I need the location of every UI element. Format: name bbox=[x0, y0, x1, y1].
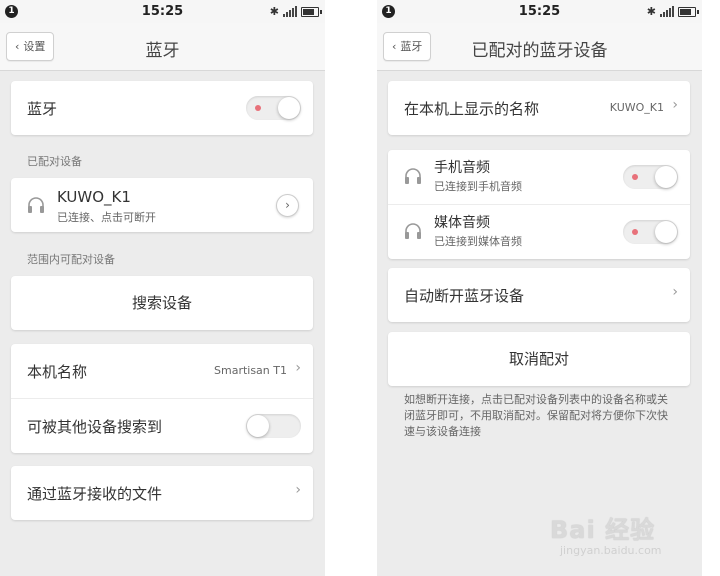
chevron-right-icon: › bbox=[672, 284, 678, 300]
device-name: KUWO_K1 bbox=[57, 188, 131, 206]
baidu-jingyan-watermark: Bai 经验 jingyan.baidu.com bbox=[550, 492, 700, 572]
media-audio-toggle[interactable] bbox=[623, 220, 678, 244]
display-name-label: 在本机上显示的名称 bbox=[404, 100, 540, 118]
device-name-value: Smartisan T1 bbox=[214, 364, 287, 377]
bluetooth-label: 蓝牙 bbox=[27, 100, 58, 118]
display-name-value: KUWO_K1 bbox=[609, 101, 664, 114]
received-files-row[interactable]: 通过蓝牙接收的文件 › bbox=[11, 466, 313, 520]
device-name-row[interactable]: 本机名称 Smartisan T1 › bbox=[11, 344, 313, 398]
display-name-row[interactable]: 在本机上显示的名称 KUWO_K1 › bbox=[388, 81, 690, 135]
bluetooth-row[interactable]: 蓝牙 bbox=[11, 81, 313, 135]
nav-bar: ‹ 蓝牙 已配对的蓝牙设备 bbox=[377, 23, 702, 71]
profile-name: 媒体音频 bbox=[434, 215, 490, 231]
paired-device-detail-screen: 1 15:25 ✱ ‹ 蓝牙 已配对的蓝牙设备 在本机上显示的名称 KUWO_K1… bbox=[377, 0, 702, 576]
profile-row-phone[interactable]: 手机音频 已连接到手机音频 bbox=[388, 150, 690, 204]
toggle-knob bbox=[278, 97, 300, 119]
discoverable-toggle[interactable] bbox=[246, 414, 301, 438]
chevron-right-icon: › bbox=[672, 97, 678, 113]
watermark-url: jingyan.baidu.com bbox=[560, 544, 662, 557]
battery-icon bbox=[301, 6, 322, 17]
device-name-label: 本机名称 bbox=[27, 363, 88, 381]
profiles-card: 手机音频 已连接到手机音频 媒体音频 已连接到媒体音频 bbox=[388, 150, 690, 259]
headphone-icon bbox=[28, 197, 44, 213]
toggle-knob bbox=[655, 166, 677, 188]
toggle-knob bbox=[655, 221, 677, 243]
headphone-icon bbox=[405, 168, 421, 184]
discoverable-label: 可被其他设备搜索到 bbox=[27, 418, 163, 436]
profile-row-media[interactable]: 媒体音频 已连接到媒体音频 bbox=[388, 204, 690, 259]
profile-status: 已连接到媒体音频 bbox=[434, 235, 522, 248]
search-devices-button[interactable]: 搜索设备 bbox=[11, 276, 313, 330]
chevron-right-icon: › bbox=[295, 360, 301, 376]
chevron-right-icon: › bbox=[295, 482, 301, 498]
bluetooth-card: 蓝牙 bbox=[11, 81, 313, 135]
page-title: 已配对的蓝牙设备 bbox=[471, 41, 608, 61]
toggle-indicator bbox=[632, 174, 638, 180]
signal-icon bbox=[283, 6, 297, 17]
signal-icon bbox=[660, 6, 674, 17]
toggle-knob bbox=[247, 415, 269, 437]
watermark-text: Bai 经验 bbox=[550, 516, 656, 544]
profile-name: 手机音频 bbox=[434, 160, 490, 176]
auto-disconnect-card: 自动断开蓝牙设备 › bbox=[388, 268, 690, 322]
bluetooth-icon: ✱ bbox=[646, 5, 656, 18]
bluetooth-settings-screen: 1 15:25 ✱ ‹ 设置 蓝牙 蓝牙 已配对设备 KUWO_K1 已连接、点击… bbox=[0, 0, 325, 576]
bluetooth-icon: ✱ bbox=[269, 5, 279, 18]
status-bar: 1 15:25 ✱ bbox=[0, 0, 325, 23]
battery-icon bbox=[678, 6, 699, 17]
paired-section-label: 已配对设备 bbox=[27, 155, 82, 168]
unpair-card: 取消配对 bbox=[388, 332, 690, 386]
auto-disconnect-row[interactable]: 自动断开蓝牙设备 › bbox=[388, 268, 690, 322]
toggle-indicator bbox=[632, 229, 638, 235]
received-files-label: 通过蓝牙接收的文件 bbox=[27, 485, 163, 503]
device-settings-card: 本机名称 Smartisan T1 › 可被其他设备搜索到 bbox=[11, 344, 313, 453]
unpair-button[interactable]: 取消配对 bbox=[388, 332, 690, 386]
device-detail-button[interactable]: › bbox=[276, 194, 299, 217]
device-status: 已连接、点击可断开 bbox=[57, 211, 156, 224]
status-bar: 1 15:25 ✱ bbox=[377, 0, 702, 23]
nav-bar: ‹ 设置 蓝牙 bbox=[0, 23, 325, 71]
toggle-indicator bbox=[255, 105, 261, 111]
phone-audio-toggle[interactable] bbox=[623, 165, 678, 189]
available-section-label: 范围内可配对设备 bbox=[27, 253, 115, 266]
search-card: 搜索设备 bbox=[11, 276, 313, 330]
headphone-icon bbox=[405, 223, 421, 239]
display-name-card: 在本机上显示的名称 KUWO_K1 › bbox=[388, 81, 690, 135]
discoverable-row[interactable]: 可被其他设备搜索到 bbox=[11, 398, 313, 453]
bluetooth-toggle[interactable] bbox=[246, 96, 301, 120]
paired-device-card: KUWO_K1 已连接、点击可断开 › bbox=[11, 178, 313, 232]
unpair-hint: 如想断开连接，点击已配对设备列表中的设备名称或关闭蓝牙即可，不用取消配对。保留配… bbox=[404, 393, 668, 438]
profile-status: 已连接到手机音频 bbox=[434, 180, 522, 193]
auto-disconnect-label: 自动断开蓝牙设备 bbox=[404, 287, 525, 305]
page-title: 蓝牙 bbox=[145, 41, 180, 61]
received-files-card: 通过蓝牙接收的文件 › bbox=[11, 466, 313, 520]
paired-device-row[interactable]: KUWO_K1 已连接、点击可断开 › bbox=[11, 178, 313, 232]
